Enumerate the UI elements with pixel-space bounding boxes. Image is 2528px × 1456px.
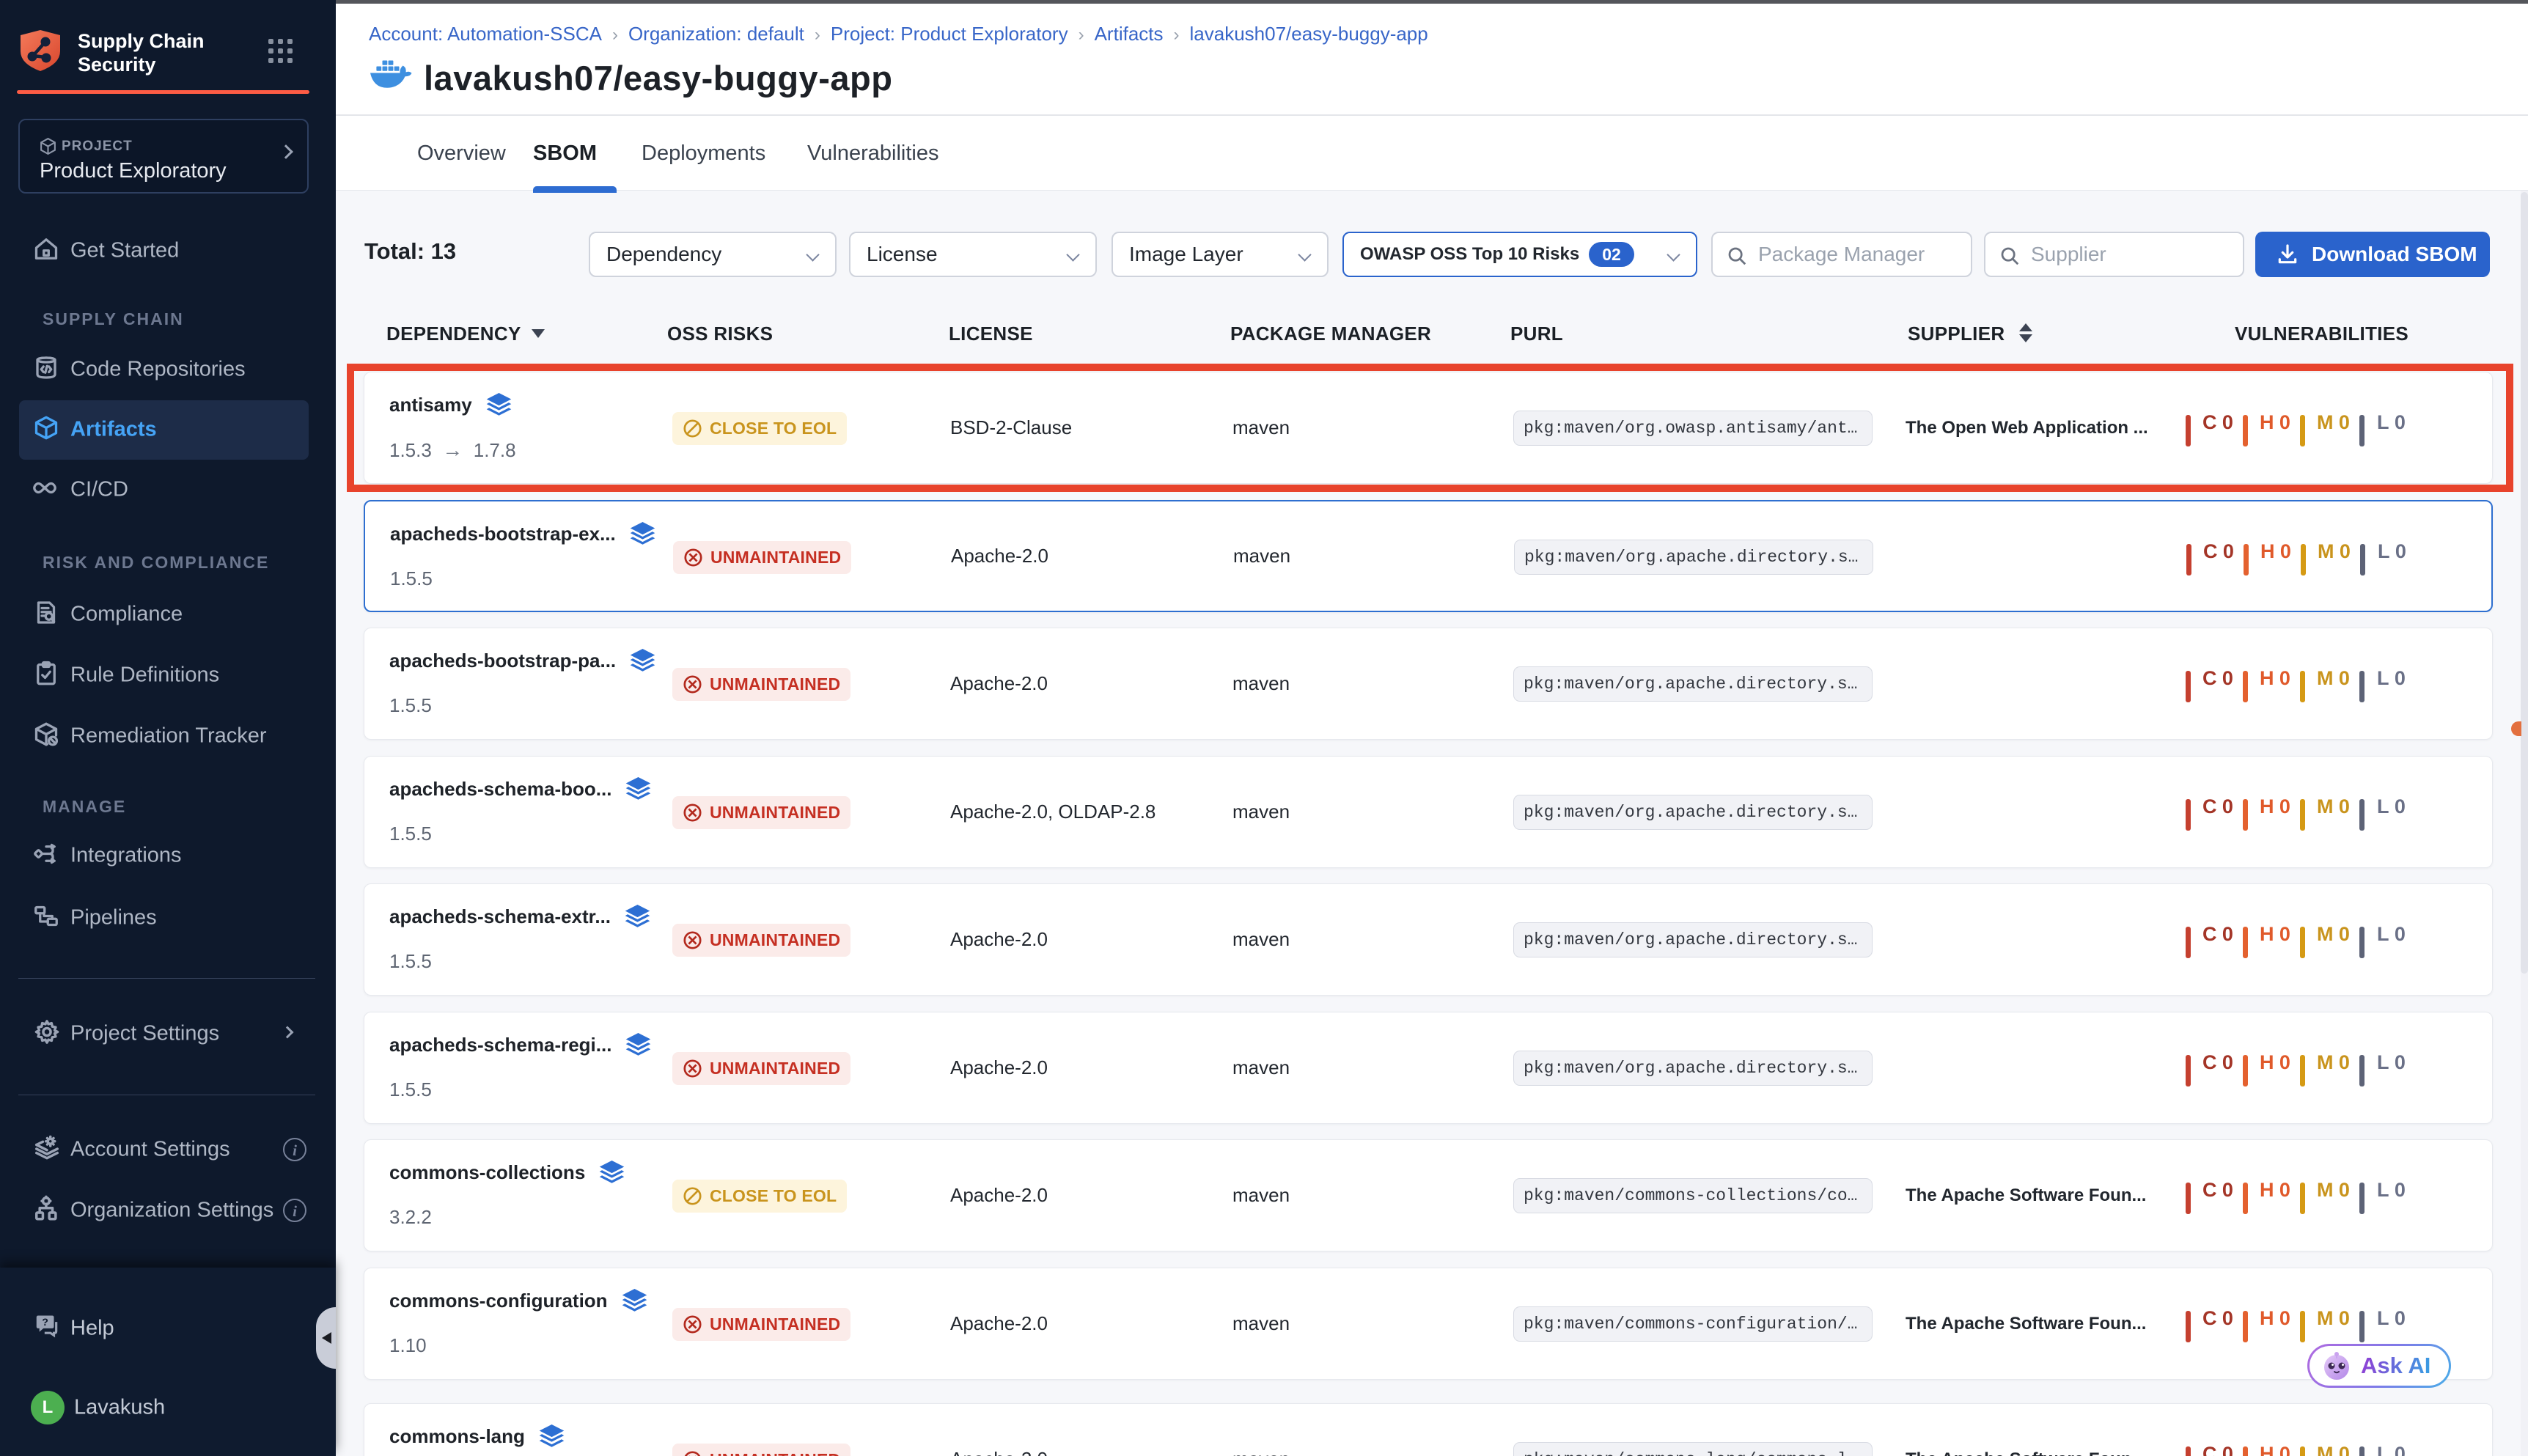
svg-text:?: ?	[42, 1317, 48, 1328]
